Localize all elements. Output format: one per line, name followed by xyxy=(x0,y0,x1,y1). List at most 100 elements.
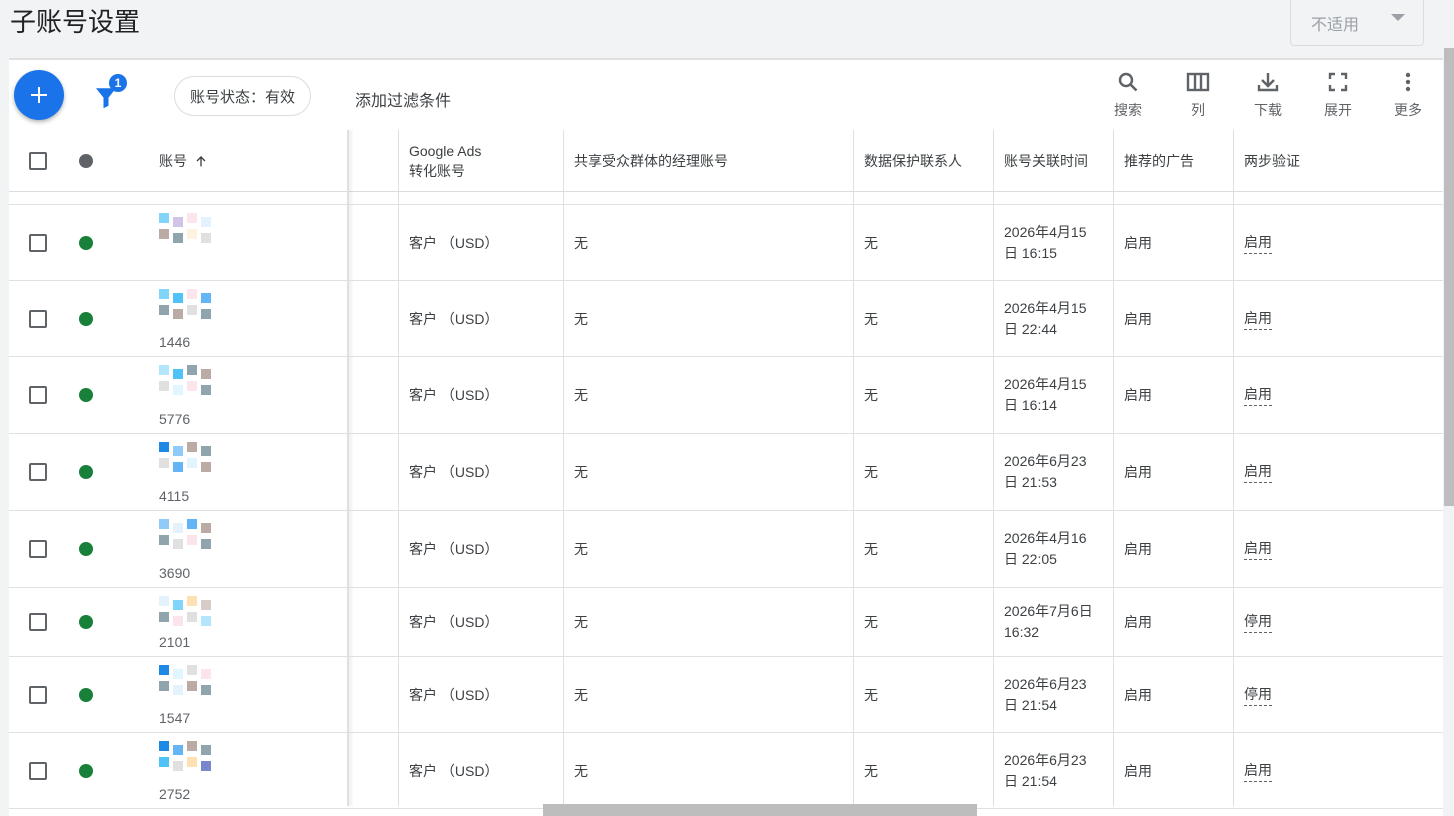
recommended-ads-cell: 启用 xyxy=(1124,762,1152,779)
redacted-pixel xyxy=(201,446,211,456)
page-title: 子账号设置 xyxy=(10,7,141,37)
table-row[interactable]: 客户 （USD） 无 无 2026年4月15 日 16:15 启用 启用 xyxy=(9,205,1443,281)
redacted-pixel xyxy=(187,229,197,239)
two-step-cell[interactable]: 启用 xyxy=(1234,511,1272,587)
header-shared-manager[interactable]: 共享受众群体的经理账号 xyxy=(564,130,854,192)
plus-icon xyxy=(31,87,47,103)
two-step-cell[interactable]: 停用 xyxy=(1234,588,1272,656)
two-step-cell[interactable]: 启用 xyxy=(1234,434,1272,510)
two-step-status[interactable]: 启用 xyxy=(1244,760,1272,782)
table-row[interactable]: 5776 客户 （USD） 无 无 2026年4月15 日 16:14 启用 启用 xyxy=(9,357,1443,434)
row-checkbox[interactable] xyxy=(29,761,47,780)
linked-clock: 日 16:15 xyxy=(1004,244,1057,261)
two-step-status[interactable]: 停用 xyxy=(1244,684,1272,706)
linked-clock: 日 21:53 xyxy=(1004,474,1057,490)
row-checkbox[interactable] xyxy=(29,309,47,328)
table-row[interactable]: 4115 客户 （USD） 无 无 2026年6月23 日 21:53 启用 启用 xyxy=(9,434,1443,511)
row-select[interactable] xyxy=(19,733,47,808)
vertical-scrollbar[interactable] xyxy=(1444,48,1454,506)
redacted-pixel xyxy=(159,442,169,452)
header-conversion-account[interactable]: Google Ads 转化账号 xyxy=(399,130,563,192)
redacted-pixel xyxy=(187,757,197,767)
conversion-account-cell: 客户 （USD） xyxy=(409,762,499,779)
add-filter-button[interactable]: 添加过滤条件 xyxy=(355,87,451,111)
redacted-pixel xyxy=(187,535,197,545)
row-checkbox[interactable] xyxy=(29,685,47,704)
account-id: 1547 xyxy=(159,710,191,726)
table-row[interactable]: 1446 客户 （USD） 无 无 2026年4月15 日 22:44 启用 启用 xyxy=(9,281,1443,357)
recommended-ads-cell: 启用 xyxy=(1124,614,1152,630)
row-checkbox[interactable] xyxy=(29,463,47,481)
redacted-pixel xyxy=(159,213,169,223)
two-step-cell[interactable]: 停用 xyxy=(1234,657,1272,732)
data-contact-cell: 无 xyxy=(864,614,878,630)
table-row[interactable]: 2752 客户 （USD） 无 无 2026年6月23 日 21:54 启用 启用 xyxy=(9,733,1443,809)
redacted-pixel xyxy=(201,616,211,626)
redacted-pixel xyxy=(173,523,183,533)
redacted-pixel xyxy=(173,446,183,456)
account-name-redacted[interactable] xyxy=(159,213,249,277)
linked-date: 2026年6月23 xyxy=(1004,675,1087,692)
table-row[interactable]: 3690 客户 （USD） 无 无 2026年4月16 日 22:05 启用 启用 xyxy=(9,511,1443,588)
table-row[interactable]: 1547 客户 （USD） 无 无 2026年6月23 日 21:54 启用 停用 xyxy=(9,657,1443,733)
recommended-ads-cell: 启用 xyxy=(1124,686,1152,703)
header-account[interactable]: 账号 xyxy=(149,130,329,192)
linked-clock: 日 22:05 xyxy=(1004,551,1057,567)
data-contact-cell: 无 xyxy=(864,387,878,403)
redacted-pixel xyxy=(159,381,169,391)
row-select[interactable] xyxy=(19,357,47,433)
redacted-pixel xyxy=(201,217,211,227)
na-select[interactable]: 不适用 xyxy=(1290,0,1424,46)
redacted-pixel xyxy=(187,289,197,299)
two-step-cell[interactable]: 启用 xyxy=(1234,357,1272,433)
row-checkbox[interactable] xyxy=(29,233,47,252)
header-linked-time[interactable]: 账号关联时间 xyxy=(994,130,1114,192)
row-select[interactable] xyxy=(19,657,47,732)
shared-manager-cell: 无 xyxy=(574,686,588,703)
row-select[interactable] xyxy=(19,205,47,280)
row-select[interactable] xyxy=(19,434,47,510)
redacted-pixel xyxy=(173,685,183,695)
two-step-status[interactable]: 启用 xyxy=(1244,232,1272,254)
horizontal-scrollbar[interactable] xyxy=(543,804,977,816)
row-checkbox[interactable] xyxy=(29,613,47,631)
search-button[interactable]: 搜索 xyxy=(1093,70,1163,120)
header-status[interactable] xyxy=(69,130,109,192)
columns-button[interactable]: 列 xyxy=(1163,70,1233,120)
two-step-status[interactable]: 启用 xyxy=(1244,461,1272,483)
two-step-status[interactable]: 启用 xyxy=(1244,308,1272,330)
download-button[interactable]: 下载 xyxy=(1233,70,1303,120)
status-active-dot xyxy=(79,763,93,778)
status-filter-chip[interactable]: 账号状态：有效 xyxy=(174,76,312,116)
redacted-pixel xyxy=(187,612,197,622)
header-recommended-ads[interactable]: 推荐的广告 xyxy=(1114,130,1234,192)
row-select[interactable] xyxy=(19,281,47,356)
row-checkbox[interactable] xyxy=(29,540,47,558)
header-two-step[interactable]: 两步验证 xyxy=(1234,130,1434,192)
account-id: 1446 xyxy=(159,334,191,350)
two-step-cell[interactable]: 启用 xyxy=(1234,205,1272,280)
select-all-checkbox[interactable] xyxy=(29,152,47,170)
two-step-status[interactable]: 启用 xyxy=(1244,384,1272,406)
row-checkbox[interactable] xyxy=(29,386,47,404)
header-data-contact[interactable]: 数据保护联系人 xyxy=(854,130,994,192)
redacted-pixel xyxy=(187,458,197,468)
row-select[interactable] xyxy=(19,511,47,587)
redacted-pixel xyxy=(201,369,211,379)
two-step-cell[interactable]: 启用 xyxy=(1234,733,1272,808)
two-step-status[interactable]: 启用 xyxy=(1244,538,1272,560)
two-step-status[interactable]: 停用 xyxy=(1244,611,1272,633)
redacted-pixel xyxy=(187,741,197,751)
linked-clock: 日 16:14 xyxy=(1004,397,1057,413)
download-label: 下载 xyxy=(1254,102,1282,118)
status-header-dot xyxy=(79,154,93,168)
table-row[interactable]: 2101 客户 （USD） 无 无 2026年7月6日 16:32 启用 停用 xyxy=(9,588,1443,657)
add-account-button[interactable] xyxy=(14,70,64,120)
account-name-redacted[interactable] xyxy=(159,596,249,660)
more-button[interactable]: 更多 xyxy=(1373,70,1443,120)
linked-time-cell: 2026年6月23 日 21:54 xyxy=(994,733,1087,808)
header-select-all[interactable] xyxy=(19,130,59,192)
expand-button[interactable]: 展开 xyxy=(1303,70,1373,120)
two-step-cell[interactable]: 启用 xyxy=(1234,281,1272,356)
row-select[interactable] xyxy=(19,588,47,656)
